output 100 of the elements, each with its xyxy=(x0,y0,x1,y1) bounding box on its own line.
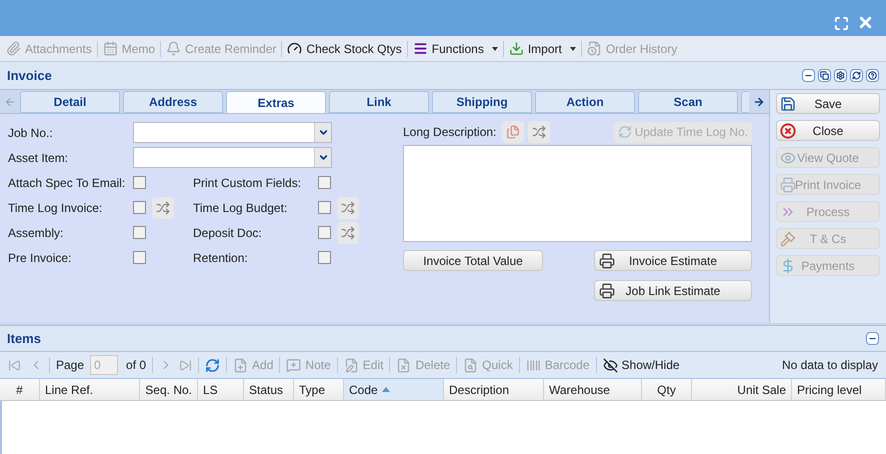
shuffle-button[interactable] xyxy=(152,196,174,218)
settings-icon[interactable] xyxy=(834,69,847,82)
maximize-icon[interactable] xyxy=(834,16,849,31)
last-page-icon[interactable] xyxy=(179,358,192,372)
page-count: of 0 xyxy=(126,357,146,374)
tab[interactable]: Scan xyxy=(638,91,738,113)
first-page-icon[interactable] xyxy=(8,358,21,372)
file-clock-icon xyxy=(586,41,602,56)
close-icon[interactable] xyxy=(857,14,874,31)
shuffle-icon xyxy=(156,200,170,214)
field-label: Asset Item: xyxy=(8,150,70,166)
column-header[interactable]: Seq. No. xyxy=(140,379,198,400)
printer-icon xyxy=(599,283,615,299)
checkbox[interactable] xyxy=(133,226,146,239)
action-button[interactable]: Close xyxy=(776,120,880,141)
edit-file-icon xyxy=(344,358,359,372)
checkbox[interactable] xyxy=(133,176,146,189)
shuffle-button[interactable] xyxy=(337,222,359,244)
shuffle-button[interactable] xyxy=(337,196,359,218)
field-label: Time Log Invoice: xyxy=(8,200,104,216)
checkbox[interactable] xyxy=(318,226,331,239)
long-description-field[interactable] xyxy=(403,145,752,242)
gauge-icon xyxy=(287,41,302,56)
tab[interactable]: Address xyxy=(123,91,223,113)
column-header[interactable]: Line Ref. xyxy=(40,379,140,400)
field-label: Long Description: xyxy=(403,124,496,141)
barcode-icon xyxy=(526,358,541,372)
shuffle-icon xyxy=(341,200,355,214)
eye-off-icon xyxy=(602,358,618,372)
checkbox[interactable] xyxy=(318,251,331,264)
grid-tool-button[interactable]: Show/Hide xyxy=(602,356,680,374)
gavel-icon xyxy=(780,231,796,247)
close-icon xyxy=(780,123,796,139)
collapse-icon[interactable] xyxy=(866,332,879,345)
add-file-icon xyxy=(233,358,248,372)
tab[interactable]: Detail xyxy=(20,91,120,113)
help-icon[interactable] xyxy=(866,69,879,82)
calendar-icon xyxy=(102,41,118,56)
shuffle-icon xyxy=(341,226,355,240)
page-label: Page xyxy=(56,357,84,374)
field-label: Print Custom Fields: xyxy=(193,174,302,192)
column-header[interactable]: Code xyxy=(344,379,444,400)
column-header[interactable]: Pricing level xyxy=(792,379,886,400)
minimize-icon[interactable] xyxy=(802,69,815,82)
grid-status: No data to display xyxy=(782,357,878,374)
chevron-down-icon xyxy=(318,152,328,163)
field-label: Assembly: xyxy=(8,224,64,242)
shuffle-button[interactable] xyxy=(528,121,550,143)
caret-icon xyxy=(570,46,576,50)
eye-icon xyxy=(780,150,796,166)
printer-icon xyxy=(780,177,796,193)
column-header[interactable]: Status xyxy=(244,379,294,400)
column-header[interactable]: LS xyxy=(198,379,244,400)
tab[interactable]: Extras xyxy=(226,91,326,113)
action-button[interactable]: Invoice Estimate xyxy=(594,250,752,271)
checkbox[interactable] xyxy=(318,201,331,214)
checkbox[interactable] xyxy=(133,251,146,264)
panel-title: Items xyxy=(7,330,41,348)
caret-icon xyxy=(492,46,498,50)
arrow-left-icon xyxy=(4,96,16,108)
dropdown-button[interactable] xyxy=(314,123,331,142)
field-label: Job No.: xyxy=(8,124,54,142)
paperclip-icon xyxy=(6,41,21,56)
action-button[interactable]: Job Link Estimate xyxy=(594,280,752,301)
column-header[interactable]: Warehouse xyxy=(544,379,642,400)
bell-icon xyxy=(166,41,182,56)
dropdown-button[interactable] xyxy=(314,148,331,167)
menu-icon xyxy=(412,41,428,56)
toolbar-button[interactable]: Import xyxy=(508,40,576,58)
arrow-right-icon xyxy=(753,96,765,108)
restore-icon[interactable] xyxy=(818,69,831,82)
tab[interactable]: Link xyxy=(329,91,429,113)
combo-field[interactable] xyxy=(133,147,332,168)
column-header[interactable]: Unit Sale xyxy=(692,379,792,400)
field-label: Time Log Budget: xyxy=(193,200,288,216)
copy-icon xyxy=(506,125,520,139)
shuffle-icon xyxy=(532,125,546,139)
quick-file-icon xyxy=(463,358,478,372)
tab[interactable]: Shipping xyxy=(432,91,532,113)
toolbar-button[interactable]: Functions xyxy=(412,40,498,58)
sort-arrow-icon xyxy=(382,387,390,392)
action-button[interactable]: Save xyxy=(776,93,880,114)
action-button[interactable]: Invoice Total Value xyxy=(403,250,543,271)
copy-button[interactable] xyxy=(502,121,524,143)
tab[interactable]: Action xyxy=(535,91,635,113)
field-label: Attach Spec To Email: xyxy=(8,174,126,192)
refresh-icon[interactable] xyxy=(850,69,863,82)
column-header[interactable]: # xyxy=(0,379,40,400)
checkbox[interactable] xyxy=(318,176,331,189)
checkbox[interactable] xyxy=(133,201,146,214)
toolbar-button[interactable]: Check Stock Qtys xyxy=(287,40,402,58)
combo-field[interactable] xyxy=(133,122,332,143)
delete-file-icon xyxy=(396,358,412,372)
field-label: Deposit Doc: xyxy=(193,224,263,242)
column-header[interactable]: Description xyxy=(444,379,544,400)
printer-icon xyxy=(599,253,615,269)
column-header[interactable]: Qty xyxy=(642,379,692,400)
field-label: Retention: xyxy=(193,250,249,266)
chevron-down-icon xyxy=(318,127,328,138)
note-icon xyxy=(286,358,302,372)
